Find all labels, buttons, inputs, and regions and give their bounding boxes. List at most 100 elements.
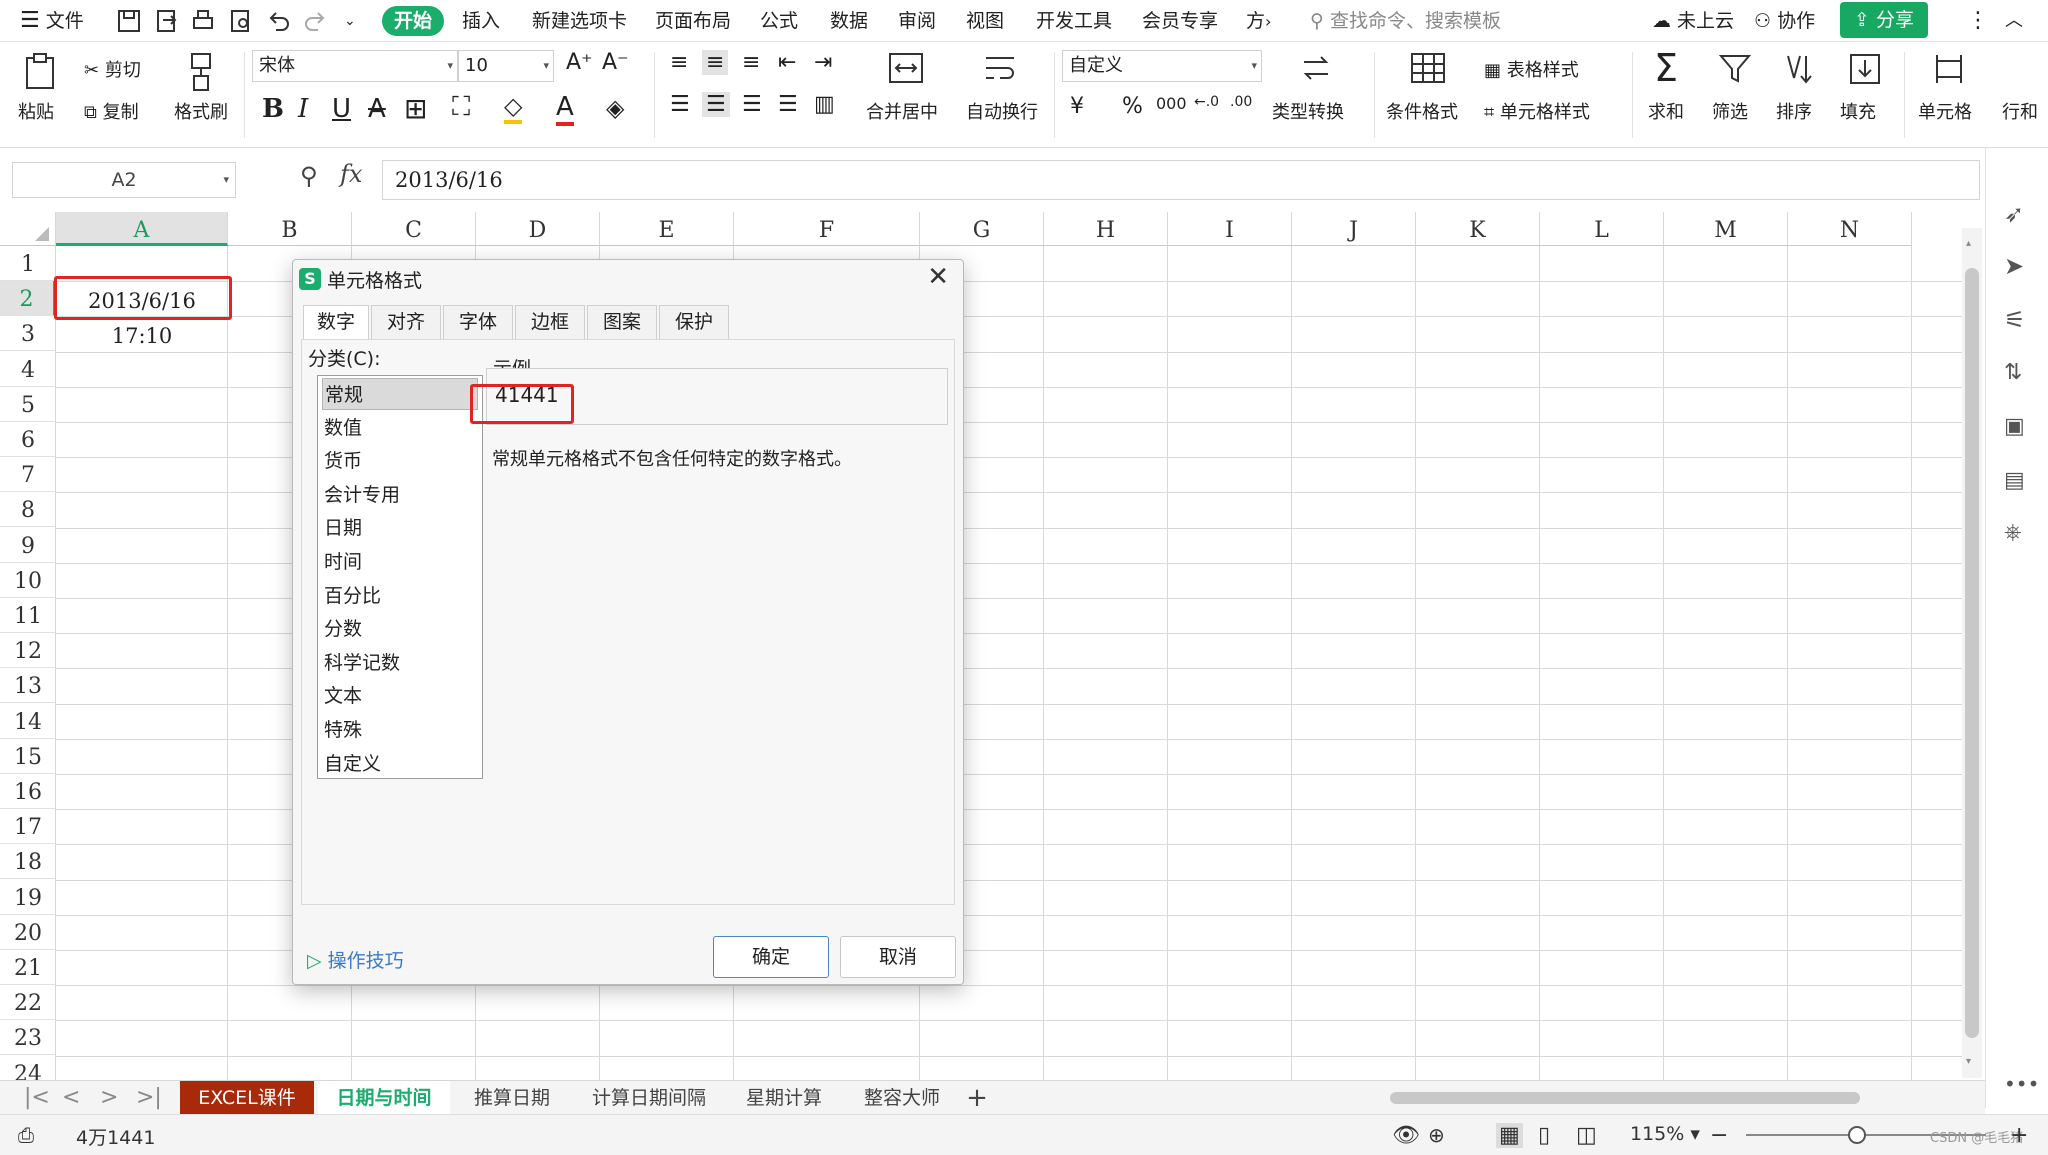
category-item[interactable]: 常规 — [322, 378, 478, 410]
tab-border[interactable]: 边框 — [515, 305, 585, 339]
tab-data[interactable]: 数据 — [830, 6, 868, 36]
category-item[interactable]: 文本 — [322, 680, 478, 712]
name-box[interactable]: A2 ▾ — [12, 162, 236, 198]
indent-increase-icon[interactable]: ⇥ — [814, 50, 832, 75]
align-bottom-icon[interactable]: ≡ — [742, 50, 760, 75]
ok-button[interactable]: 确定 — [713, 936, 829, 978]
column-header-d[interactable]: D — [476, 212, 600, 246]
row-header-23[interactable]: 23 — [0, 1020, 56, 1056]
tab-review[interactable]: 审阅 — [898, 6, 936, 36]
formula-input[interactable]: 2013/6/16 — [382, 160, 1980, 200]
border-icon[interactable]: ⊞ — [404, 92, 427, 125]
category-item[interactable]: 时间 — [322, 546, 478, 578]
row-header-3[interactable]: 3 — [0, 316, 56, 352]
distributed-icon[interactable]: ▥ — [814, 92, 835, 117]
wrap-text-icon[interactable] — [982, 52, 1018, 84]
column-header-h[interactable]: H — [1044, 212, 1168, 246]
rocket-icon[interactable]: ➶ — [2004, 200, 2032, 228]
sheet-tab-date-time[interactable]: 日期与时间 — [318, 1081, 450, 1115]
tab-developer[interactable]: 开发工具 — [1036, 6, 1112, 36]
filter-icon[interactable] — [1718, 52, 1752, 86]
conditional-format-icon[interactable] — [1410, 52, 1446, 84]
macro-record-icon[interactable]: ⎙ — [18, 1123, 34, 1147]
paste-button[interactable]: 粘贴 — [18, 98, 54, 124]
row-header-17[interactable]: 17 — [0, 809, 56, 845]
indent-decrease-icon[interactable]: ⇤ — [778, 50, 796, 75]
cell-a3[interactable]: 17:10 — [56, 318, 228, 352]
row-header-5[interactable]: 5 — [0, 387, 56, 422]
category-item[interactable]: 会计专用 — [322, 479, 478, 511]
collapse-ribbon-icon[interactable]: ︿ — [2005, 6, 2023, 36]
align-center-icon[interactable]: ☰ — [702, 92, 730, 117]
row-header-24[interactable]: 24 — [0, 1056, 56, 1080]
row-header-12[interactable]: 12 — [0, 633, 56, 669]
share-button[interactable]: ⇪ 分享 — [1840, 2, 1928, 38]
row-header-8[interactable]: 8 — [0, 492, 56, 528]
row-header-2[interactable]: 2 — [0, 281, 56, 317]
row-header-1[interactable]: 1 — [0, 246, 56, 281]
tab-alignment[interactable]: 对齐 — [371, 305, 441, 339]
zoom-in-icon[interactable]: + — [2010, 1123, 2028, 1148]
redo-icon[interactable] — [302, 8, 328, 34]
more-options-icon[interactable]: ⋮ — [1967, 6, 1989, 36]
column-header-j[interactable]: J — [1292, 212, 1416, 246]
currency-icon[interactable]: ¥ — [1070, 94, 1084, 119]
tab-protection[interactable]: 保护 — [659, 305, 729, 339]
justify-icon[interactable]: ☰ — [778, 92, 798, 117]
align-left-icon[interactable]: ☰ — [670, 92, 690, 117]
cell-button[interactable]: 单元格 — [1918, 98, 1972, 124]
zoom-icon[interactable]: ⚲ — [300, 162, 318, 190]
sheet-tab-weekday[interactable]: 星期计算 — [730, 1081, 838, 1115]
increase-decimal-icon[interactable]: ←.0 — [1194, 94, 1219, 110]
column-header-l[interactable]: L — [1540, 212, 1664, 246]
category-item[interactable]: 百分比 — [322, 580, 478, 612]
align-right-icon[interactable]: ☰ — [742, 92, 762, 117]
row-header-22[interactable]: 22 — [0, 985, 56, 1021]
collab-button[interactable]: ⚇ 协作 — [1754, 6, 1815, 36]
first-sheet-icon[interactable]: |< — [24, 1081, 50, 1115]
bold-icon[interactable]: B — [262, 94, 284, 124]
fill-style-icon[interactable]: ⛶ — [452, 92, 470, 123]
fill-icon[interactable] — [1848, 52, 1882, 86]
quick-access-dropdown-icon[interactable]: ⌄ — [344, 6, 356, 36]
row-header-16[interactable]: 16 — [0, 774, 56, 809]
input-method-icon[interactable]: ⊕ — [1428, 1123, 1445, 1147]
menu-file[interactable]: ☰ 文件 — [20, 6, 84, 36]
sort-icon[interactable] — [1782, 52, 1816, 86]
merge-center-icon[interactable] — [888, 52, 924, 84]
scroll-down-icon[interactable]: ▾ — [1966, 1056, 1978, 1068]
cell-icon[interactable] — [1932, 52, 1966, 86]
column-header-f[interactable]: F — [734, 212, 920, 246]
strikethrough-icon[interactable]: A — [368, 94, 386, 124]
normal-view-icon[interactable]: ▦ — [1496, 1123, 1523, 1148]
filter-button[interactable]: 筛选 — [1712, 98, 1748, 124]
row-header-11[interactable]: 11 — [0, 598, 56, 633]
tab-page-layout[interactable]: 页面布局 — [655, 6, 731, 36]
tab-new-tab[interactable]: 新建选项卡 — [532, 6, 627, 36]
vertical-scrollbar[interactable]: ▴ ▾ — [1962, 228, 1982, 1078]
row-header-18[interactable]: 18 — [0, 844, 56, 880]
page-layout-view-icon[interactable]: ▯ — [1538, 1123, 1550, 1148]
print-icon[interactable] — [190, 8, 216, 34]
number-format-select[interactable]: 自定义 ▾ — [1062, 50, 1262, 82]
format-painter-button[interactable]: 格式刷 — [174, 98, 228, 124]
category-item[interactable]: 日期 — [322, 512, 478, 544]
next-sheet-icon[interactable]: > — [100, 1081, 118, 1115]
wrap-text-button[interactable]: 自动换行 — [966, 98, 1038, 124]
row-header-6[interactable]: 6 — [0, 422, 56, 457]
font-size-select[interactable]: 10 ▾ — [458, 50, 554, 82]
decrease-decimal-icon[interactable]: .00 — [1230, 94, 1252, 110]
row-header-4[interactable]: 4 — [0, 352, 56, 387]
column-header-b[interactable]: B — [228, 212, 352, 246]
scrollbar-thumb[interactable] — [1965, 268, 1979, 1038]
row-header-19[interactable]: 19 — [0, 880, 56, 915]
format-painter-icon[interactable] — [186, 52, 216, 92]
h-scrollbar-thumb[interactable] — [1390, 1092, 1860, 1104]
export-icon[interactable] — [154, 8, 180, 34]
thousands-icon[interactable]: 000 — [1156, 94, 1187, 113]
tab-pattern[interactable]: 图案 — [587, 305, 657, 339]
tab-font[interactable]: 字体 — [443, 305, 513, 339]
font-name-select[interactable]: 宋体 ▾ — [252, 50, 458, 82]
row-col-button[interactable]: 行和 — [2002, 98, 2038, 124]
close-icon[interactable]: ✕ — [927, 262, 949, 292]
